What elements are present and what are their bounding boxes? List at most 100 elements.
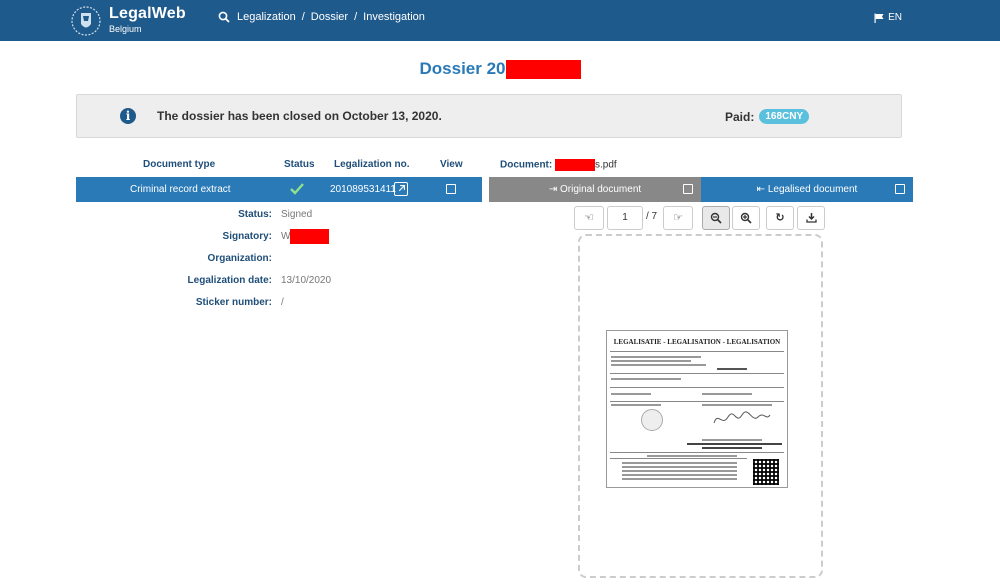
- document-text-line: [717, 368, 747, 370]
- breadcrumb-legalization[interactable]: Legalization: [237, 11, 296, 23]
- column-header-status: Status: [284, 159, 315, 170]
- breadcrumb: Legalization / Dossier / Investigation: [218, 11, 425, 23]
- qr-code: [753, 459, 779, 485]
- document-rule: [610, 458, 747, 459]
- zoom-in-icon: [740, 212, 752, 224]
- page-total: / 7: [646, 211, 658, 222]
- document-tabs: ⇥ Original document ⇤ Legalised document: [489, 177, 913, 202]
- previous-page-button[interactable]: ☜: [574, 206, 604, 230]
- redaction-box: [505, 60, 581, 80]
- sticker-number-label: Sticker number:: [195, 297, 272, 308]
- search-icon[interactable]: [218, 11, 230, 23]
- document-text-line: [647, 455, 737, 457]
- tab-original-document[interactable]: ⇥ Original document: [489, 177, 701, 202]
- document-filename-suffix: s.pdf: [595, 159, 617, 171]
- document-text-line: [702, 393, 752, 395]
- belgium-coat-of-arms-logo[interactable]: [70, 4, 102, 38]
- column-header-document-type: Document type: [143, 159, 216, 170]
- language-switcher[interactable]: EN: [874, 12, 902, 23]
- document-text-line: [702, 404, 772, 406]
- page-title: Dossier 20: [0, 59, 1000, 80]
- sticker-number-value: /: [281, 297, 284, 308]
- paid-label: Paid:: [725, 109, 755, 124]
- document-text-line: [622, 478, 737, 480]
- handwritten-signature: [713, 411, 771, 424]
- tab-original-text: Original document: [560, 184, 642, 195]
- document-rule: [610, 452, 784, 453]
- paid-badge: 168CNY: [759, 109, 810, 124]
- document-text-line: [622, 462, 737, 464]
- alert-message: The dossier has been closed on October 1…: [157, 109, 442, 123]
- info-icon: i: [120, 108, 136, 124]
- legalization-date-row: Legalization date:: [72, 275, 272, 287]
- rotate-button[interactable]: ↻: [766, 206, 794, 230]
- sign-in-icon: ⇥: [548, 184, 558, 195]
- tab-legalised-document[interactable]: ⇤ Legalised document: [701, 177, 913, 202]
- document-text-line: [611, 378, 681, 380]
- flag-icon: [874, 13, 884, 23]
- table-row[interactable]: Criminal record extract 201089531411: [76, 177, 482, 202]
- original-checkbox-icon[interactable]: [683, 184, 693, 194]
- legalization-date-value: 13/10/2020: [281, 275, 332, 286]
- status-value: Signed: [281, 209, 313, 220]
- brand[interactable]: LegalWeb Belgium: [109, 5, 186, 35]
- zoom-out-icon: [710, 212, 722, 224]
- dossier-closed-alert: i The dossier has been closed on October…: [76, 94, 902, 138]
- status-label: Status:: [238, 209, 272, 220]
- document-text-line: [622, 466, 737, 468]
- page-number-input[interactable]: 1: [607, 206, 643, 230]
- document-text-line: [622, 470, 737, 472]
- document-rule: [610, 387, 784, 388]
- document-text-line: [702, 447, 762, 449]
- document-rule: [610, 373, 784, 374]
- seal-stamp: [641, 409, 663, 431]
- hand-left-icon: ☜: [584, 212, 594, 224]
- document-rule: [610, 401, 784, 402]
- breadcrumb-dossier[interactable]: Dossier: [311, 11, 348, 23]
- language-label: EN: [888, 12, 902, 23]
- download-button[interactable]: [797, 206, 825, 230]
- document-text-line: [611, 356, 701, 358]
- download-icon: [805, 213, 817, 223]
- signatory-row: Signatory:: [72, 231, 272, 243]
- document-label: Document:: [500, 159, 553, 171]
- zoom-in-button[interactable]: [732, 206, 760, 230]
- document-text-line: [611, 393, 651, 395]
- document-text-line: [611, 404, 661, 406]
- sign-out-icon: ⇤: [756, 184, 766, 195]
- legalised-checkbox-icon[interactable]: [895, 184, 905, 194]
- tab-legalised-text: Legalised document: [767, 184, 858, 195]
- rotate-icon: ↻: [775, 212, 785, 224]
- document-text-line: [611, 360, 691, 362]
- document-text-line: [702, 439, 762, 441]
- legalization-number-cell: 201089531411: [330, 184, 396, 195]
- document-rule: [610, 351, 784, 352]
- redaction-box: [290, 229, 329, 244]
- top-navbar: LegalWeb Belgium Legalization / Dossier …: [0, 0, 1000, 41]
- zoom-out-button[interactable]: [702, 206, 730, 230]
- brand-name: LegalWeb: [109, 5, 186, 22]
- document-text-line: [611, 364, 706, 366]
- document-filename: Document: s.pdf: [500, 159, 617, 171]
- view-checkbox-icon[interactable]: [446, 184, 456, 194]
- next-page-button[interactable]: ☞: [663, 206, 693, 230]
- breadcrumb-investigation: Investigation: [363, 11, 425, 23]
- document-type-cell: Criminal record extract: [130, 184, 231, 195]
- sticker-number-row: Sticker number:: [72, 297, 272, 309]
- external-link-icon[interactable]: [394, 182, 408, 196]
- document-text-line: [622, 474, 737, 476]
- paid-info: Paid: 168CNY: [725, 109, 810, 124]
- legalisation-document-page: LEGALISATIE - LEGALISATION - LEGALISATIO…: [606, 330, 788, 488]
- status-row: Status:: [72, 209, 272, 221]
- paper-title: LEGALISATIE - LEGALISATION - LEGALISATIO…: [613, 338, 781, 346]
- organization-label: Organization:: [207, 253, 272, 264]
- tab-legalised-label: ⇤ Legalised document: [701, 184, 913, 195]
- legalization-date-label: Legalization date:: [187, 275, 272, 286]
- breadcrumb-separator: /: [354, 11, 358, 23]
- hand-right-icon: ☞: [673, 212, 683, 224]
- organization-row: Organization:: [72, 253, 272, 265]
- signatory-label: Signatory:: [222, 231, 272, 242]
- page-title-text: Dossier 20: [419, 59, 506, 78]
- document-text-line: [687, 443, 782, 445]
- breadcrumb-separator: /: [301, 11, 305, 23]
